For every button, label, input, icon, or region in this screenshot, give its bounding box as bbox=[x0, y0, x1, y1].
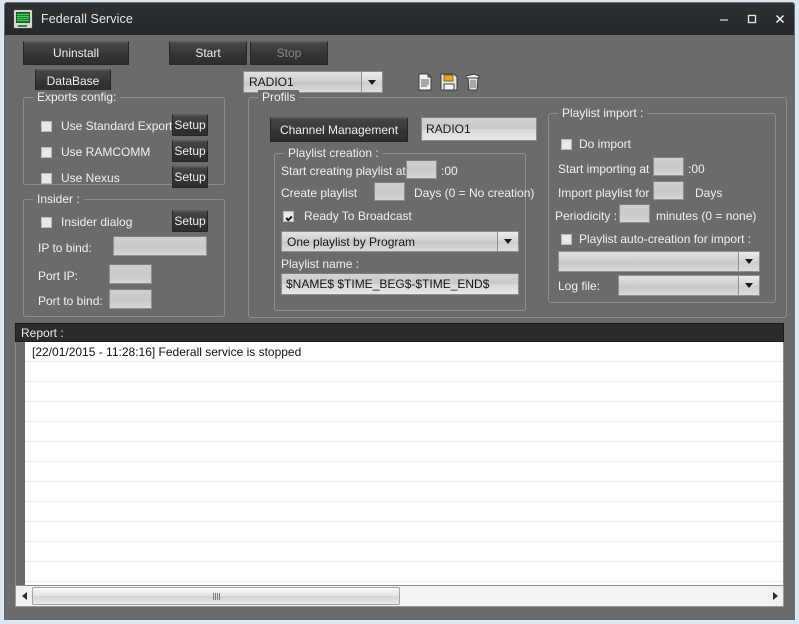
start-creating-playlist-label: Start creating playlist at bbox=[281, 164, 406, 178]
ramcomm-setup-button[interactable]: Setup bbox=[172, 140, 208, 162]
report-row[interactable] bbox=[25, 502, 783, 522]
maximize-icon[interactable] bbox=[738, 3, 766, 35]
title-bar: Federall Service bbox=[5, 3, 794, 36]
start-importing-suffix: :00 bbox=[688, 162, 705, 176]
save-icon[interactable] bbox=[440, 73, 458, 91]
report-row[interactable] bbox=[25, 562, 783, 582]
playlist-name-label: Playlist name : bbox=[281, 257, 359, 271]
scroll-left-arrow-icon[interactable] bbox=[16, 586, 32, 606]
report-row[interactable] bbox=[25, 422, 783, 442]
create-playlist-label: Create playlist bbox=[281, 186, 357, 200]
report-gutter bbox=[16, 342, 25, 585]
report-row[interactable] bbox=[25, 482, 783, 502]
use-standard-exports-checkbox[interactable] bbox=[41, 121, 52, 132]
start-creating-playlist-input[interactable] bbox=[406, 160, 437, 179]
playlist-import-title: Playlist import : bbox=[558, 106, 647, 120]
port-to-bind-label: Port to bind: bbox=[38, 294, 103, 308]
use-nexus-label: Use Nexus bbox=[61, 171, 120, 185]
start-importing-label: Start importing at bbox=[558, 162, 649, 176]
playlist-mode-value: One playlist by Program bbox=[281, 231, 497, 252]
insider-dialog-checkbox[interactable] bbox=[41, 217, 52, 228]
channel-name-input[interactable]: RADIO1 bbox=[421, 117, 537, 141]
auto-creation-value bbox=[558, 251, 738, 272]
scrollbar-thumb[interactable] bbox=[32, 587, 400, 605]
application-window: Federall Service Uninstall DataBase Star… bbox=[4, 2, 795, 620]
auto-creation-select[interactable] bbox=[558, 251, 760, 272]
insider-dialog-label: Insider dialog bbox=[61, 215, 132, 229]
report-row[interactable]: [22/01/2015 - 11:28:16] Federall service… bbox=[25, 342, 783, 362]
standard-exports-setup-button[interactable]: Setup bbox=[172, 114, 208, 136]
periodicity-input[interactable] bbox=[619, 204, 650, 223]
chevron-down-icon[interactable] bbox=[361, 71, 383, 93]
import-playlist-for-label: Import playlist for bbox=[558, 186, 649, 200]
log-file-label: Log file: bbox=[558, 279, 600, 293]
periodicity-suffix: minutes (0 = none) bbox=[656, 209, 756, 223]
playlist-creation-title: Playlist creation : bbox=[284, 146, 383, 160]
uninstall-button[interactable]: Uninstall bbox=[23, 41, 129, 65]
insider-title: Insider : bbox=[33, 192, 84, 206]
report-row[interactable] bbox=[25, 362, 783, 382]
start-creating-playlist-suffix: :00 bbox=[441, 164, 458, 178]
chevron-down-icon[interactable] bbox=[497, 231, 519, 252]
monitor-icon bbox=[13, 9, 33, 29]
report-rows-container: [22/01/2015 - 11:28:16] Federall service… bbox=[25, 342, 783, 586]
import-playlist-for-suffix: Days bbox=[695, 186, 722, 200]
report-row[interactable] bbox=[25, 522, 783, 542]
port-ip-label: Port IP: bbox=[38, 269, 78, 283]
window-title: Federall Service bbox=[41, 12, 133, 26]
report-horizontal-scrollbar[interactable] bbox=[15, 586, 784, 607]
database-button[interactable]: DataBase bbox=[35, 69, 111, 92]
report-row[interactable] bbox=[25, 542, 783, 562]
insider-setup-button[interactable]: Setup bbox=[172, 210, 208, 232]
nexus-setup-button[interactable]: Setup bbox=[172, 166, 208, 188]
ready-to-broadcast-checkbox[interactable] bbox=[283, 211, 294, 222]
create-playlist-days-input[interactable] bbox=[374, 182, 405, 201]
port-ip-input[interactable] bbox=[109, 264, 152, 284]
playlist-auto-creation-label: Playlist auto-creation for import : bbox=[579, 232, 751, 246]
log-file-value bbox=[618, 275, 738, 296]
report-header: Report : bbox=[15, 323, 784, 342]
use-ramcomm-checkbox[interactable] bbox=[41, 147, 52, 158]
profils-title: Profils bbox=[258, 90, 299, 104]
exports-config-title: Exports config: bbox=[33, 90, 120, 104]
use-standard-exports-label: Use Standard Exports bbox=[61, 119, 178, 133]
chevron-down-icon[interactable] bbox=[738, 275, 760, 296]
client-area: Uninstall DataBase Start Stop RADIO1 bbox=[5, 35, 794, 619]
create-playlist-suffix: Days (0 = No creation) bbox=[414, 186, 534, 200]
scrollbar-grip-icon bbox=[213, 593, 220, 600]
ready-to-broadcast-label: Ready To Broadcast bbox=[304, 209, 412, 223]
window-controls bbox=[710, 3, 794, 35]
new-document-icon[interactable] bbox=[416, 73, 434, 91]
close-icon[interactable] bbox=[766, 3, 794, 35]
do-import-checkbox[interactable] bbox=[561, 139, 572, 150]
stop-button[interactable]: Stop bbox=[250, 41, 328, 65]
start-button[interactable]: Start bbox=[169, 41, 247, 65]
periodicity-label: Periodicity : bbox=[555, 209, 617, 223]
playlist-mode-select[interactable]: One playlist by Program bbox=[281, 231, 519, 252]
start-importing-input[interactable] bbox=[653, 157, 684, 176]
report-row[interactable] bbox=[25, 442, 783, 462]
scroll-right-arrow-icon[interactable] bbox=[767, 586, 783, 606]
report-row[interactable] bbox=[25, 402, 783, 422]
import-playlist-days-input[interactable] bbox=[653, 181, 684, 200]
delete-trash-icon[interactable] bbox=[464, 73, 482, 91]
chevron-down-icon[interactable] bbox=[738, 251, 760, 272]
ip-to-bind-input[interactable] bbox=[113, 236, 207, 256]
report-row[interactable] bbox=[25, 382, 783, 402]
scrollbar-track[interactable] bbox=[32, 586, 767, 606]
report-row[interactable] bbox=[25, 462, 783, 482]
log-file-select[interactable] bbox=[618, 275, 760, 296]
minimize-icon[interactable] bbox=[710, 3, 738, 35]
port-to-bind-input[interactable] bbox=[109, 289, 152, 309]
use-ramcomm-label: Use RAMCOMM bbox=[61, 145, 150, 159]
playlist-auto-creation-checkbox[interactable] bbox=[561, 234, 572, 245]
ip-to-bind-label: IP to bind: bbox=[38, 241, 92, 255]
channel-management-button[interactable]: Channel Management bbox=[270, 117, 408, 142]
report-list[interactable]: [22/01/2015 - 11:28:16] Federall service… bbox=[15, 342, 784, 586]
playlist-name-input[interactable]: $NAME$ $TIME_BEG$-$TIME_END$ bbox=[281, 273, 519, 295]
do-import-label: Do import bbox=[579, 137, 631, 151]
use-nexus-checkbox[interactable] bbox=[41, 173, 52, 184]
